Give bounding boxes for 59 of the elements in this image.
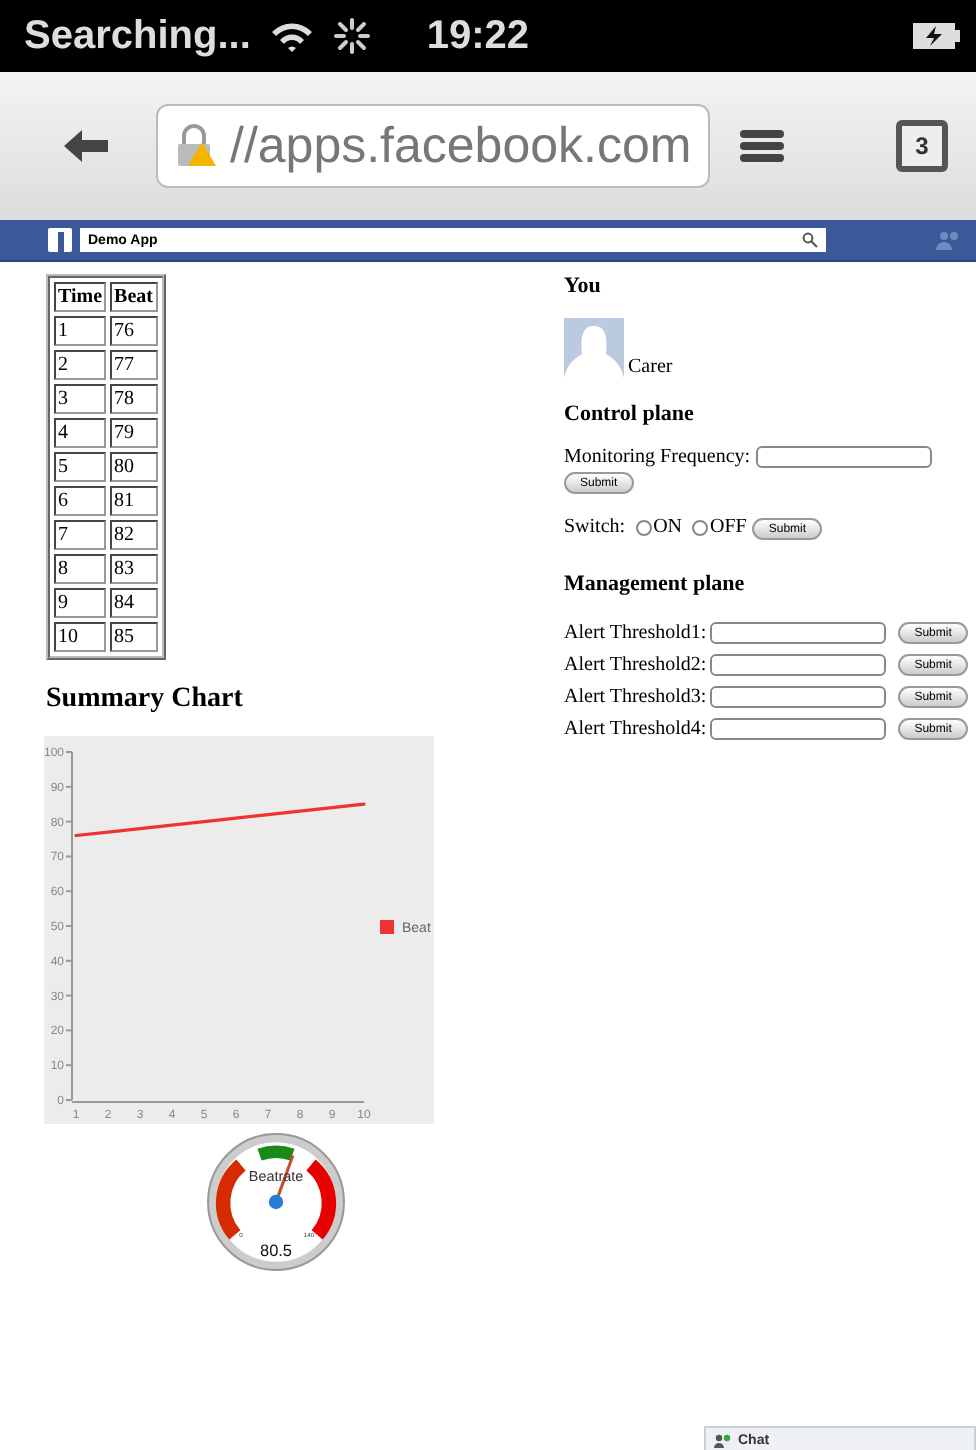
clock-text: 19:22 bbox=[426, 13, 530, 59]
url-text: //apps.facebook.com bbox=[230, 117, 692, 175]
radio-label: ON bbox=[653, 516, 683, 538]
table-cell: 5 bbox=[54, 452, 107, 482]
input-field[interactable] bbox=[756, 446, 933, 468]
section-heading: Management plane bbox=[564, 572, 747, 596]
table-cell: 3 bbox=[54, 384, 107, 414]
field-label: Switch: bbox=[564, 516, 626, 538]
wifi-icon bbox=[270, 20, 315, 52]
field-label: Alert Threshold1: bbox=[564, 621, 707, 643]
table-cell: 4 bbox=[54, 418, 107, 448]
back-arrow-icon[interactable] bbox=[60, 126, 112, 166]
carrier-text: Searching... bbox=[24, 13, 251, 59]
avatar-silhouette bbox=[564, 318, 624, 378]
radio-label: OFF bbox=[710, 516, 747, 538]
spinner-icon bbox=[334, 18, 371, 54]
input-field[interactable] bbox=[710, 717, 887, 739]
field-label: Monitoring Frequency: bbox=[564, 446, 751, 468]
user-name: Carer bbox=[628, 356, 673, 378]
table-cell: 78 bbox=[110, 384, 157, 414]
input-field[interactable] bbox=[710, 621, 887, 643]
table-cell: 82 bbox=[110, 520, 157, 550]
menu-icon[interactable] bbox=[737, 126, 786, 166]
table-cell: 81 bbox=[110, 486, 157, 516]
table-cell: 8 bbox=[54, 554, 107, 584]
table-cell: 2 bbox=[54, 350, 107, 380]
table-cell: 84 bbox=[110, 588, 157, 618]
table-cell: 9 bbox=[54, 588, 107, 618]
table-cell: 85 bbox=[110, 622, 157, 652]
friends-icon[interactable] bbox=[936, 230, 960, 250]
section-heading: Summary Chart bbox=[46, 684, 245, 716]
table-header-cell: Time bbox=[54, 282, 107, 312]
field-label: Alert Threshold3: bbox=[564, 685, 707, 707]
radio-button[interactable] bbox=[635, 519, 652, 535]
address-bar[interactable]: //apps.facebook.com bbox=[156, 104, 710, 188]
table-cell: 10 bbox=[54, 622, 107, 652]
people-icon bbox=[714, 1433, 732, 1447]
field-label: Alert Threshold2: bbox=[564, 653, 707, 675]
table-cell: 83 bbox=[110, 554, 157, 584]
gauge-reading: 80.5 bbox=[260, 1241, 292, 1260]
tabs-button[interactable]: 3 bbox=[896, 120, 948, 172]
input-field[interactable] bbox=[710, 685, 887, 707]
table-cell: 7 bbox=[54, 520, 107, 550]
field-label: Alert Threshold4: bbox=[564, 717, 707, 739]
radio-button[interactable] bbox=[692, 519, 709, 535]
table-cell: 76 bbox=[110, 316, 157, 346]
table-cell: 77 bbox=[110, 350, 157, 380]
table-cell: 79 bbox=[110, 418, 157, 448]
battery-icon bbox=[912, 22, 960, 50]
table-cell: 1 bbox=[54, 316, 107, 346]
search-icon[interactable] bbox=[802, 232, 818, 248]
table-cell: 6 bbox=[54, 486, 107, 516]
gauge-dial-drawing bbox=[215, 1145, 337, 1240]
section-heading: You bbox=[564, 274, 603, 298]
lock-warning-icon bbox=[174, 124, 218, 168]
input-field[interactable] bbox=[710, 653, 887, 675]
table-header-cell: Beat bbox=[110, 282, 157, 312]
section-heading: Control plane bbox=[564, 402, 696, 426]
table-cell: 80 bbox=[110, 452, 157, 482]
